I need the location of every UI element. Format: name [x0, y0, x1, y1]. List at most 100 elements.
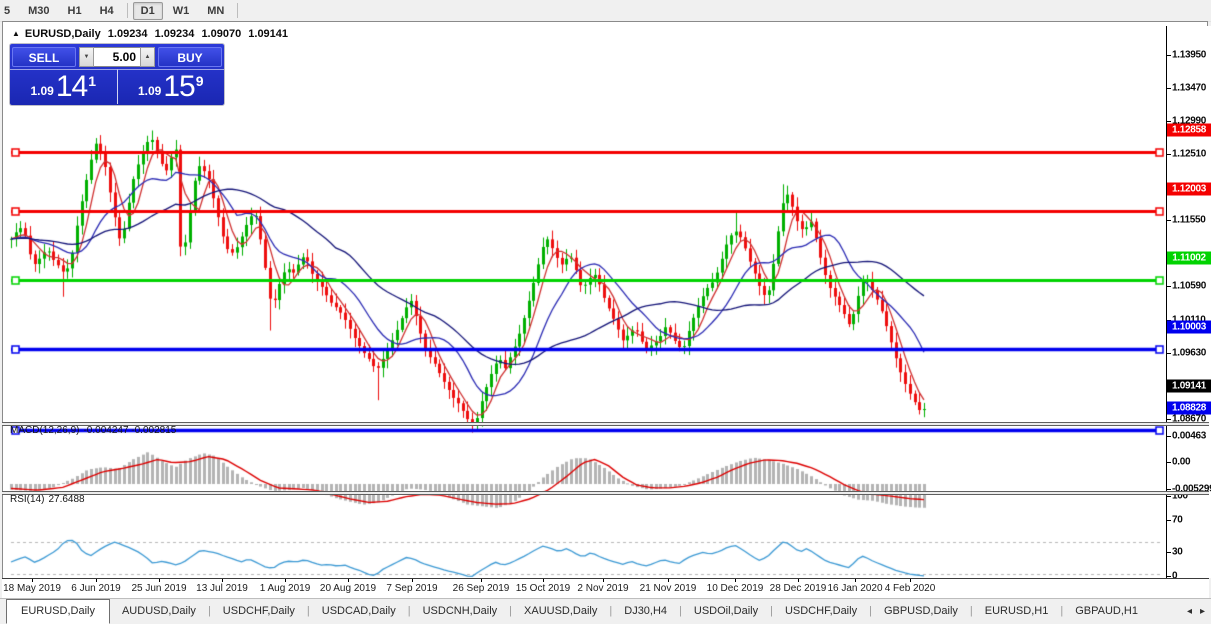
- timeframe-button-d1[interactable]: D1: [132, 1, 163, 20]
- axis-tick-mark: [1167, 154, 1171, 155]
- date-tick-mark: [735, 579, 736, 582]
- timeframe-button-w1[interactable]: W1: [165, 2, 198, 20]
- macd-name: MACD(12,26,9): [10, 425, 80, 436]
- date-tick-mark: [910, 579, 911, 582]
- ohlc-close: 1.09141: [248, 28, 289, 40]
- volume-decrease-icon[interactable]: ▼: [79, 47, 94, 67]
- chart-tab-dj30-h4[interactable]: DJ30,H4: [612, 602, 679, 620]
- price-axis-label: 0.00463: [1172, 430, 1207, 442]
- volume-input[interactable]: [94, 47, 140, 67]
- axis-tick-mark: [1167, 353, 1171, 354]
- date-tick-mark: [159, 579, 160, 582]
- date-axis-label: 1 Aug 2019: [259, 583, 311, 594]
- one-click-trading-panel: SELL ▼ ▲ BUY 1.09 14 1 1.09 15 9: [10, 44, 224, 105]
- tab-scroll-right-icon[interactable]: ▸: [1200, 606, 1205, 617]
- price-axis-label: 1.11550: [1172, 214, 1206, 226]
- date-axis-label: 10 Dec 2019: [706, 583, 764, 594]
- volume-increase-icon[interactable]: ▲: [140, 47, 155, 67]
- price-axis-label: 30: [1172, 546, 1183, 558]
- price-level-tag: 1.12858: [1167, 123, 1211, 137]
- toolbar-separator: [237, 3, 239, 18]
- date-tick-mark: [481, 579, 482, 582]
- price-level-tag: 1.10003: [1167, 320, 1211, 334]
- chart-tab-usdcnh-daily[interactable]: USDCNH,Daily: [411, 602, 510, 620]
- price-level-tag: 1.08828: [1167, 401, 1211, 415]
- chart-canvas[interactable]: [9, 48, 1168, 600]
- chart-tab-eurusd-daily[interactable]: EURUSD,Daily: [6, 598, 110, 624]
- price-level-tag: 1.09141: [1167, 379, 1211, 393]
- sell-price-pip: 1: [88, 73, 97, 89]
- tab-scroll-left-icon[interactable]: ◂: [1187, 606, 1192, 617]
- mt4-window: { "toolbar": { "timeframes": ["5", "M30"…: [0, 0, 1211, 624]
- chart-tab-gbpaud-h1[interactable]: GBPAUD,H1: [1063, 602, 1150, 620]
- timeframe-button-h4[interactable]: H4: [92, 2, 122, 20]
- ohlc-high: 1.09234: [154, 28, 195, 40]
- chart-symbol-label: EURUSD,Daily: [24, 28, 101, 40]
- chart-tab-usdchf-daily[interactable]: USDCHF,Daily: [211, 602, 307, 620]
- date-tick-mark: [603, 579, 604, 582]
- chart-tab-eurusd-h1[interactable]: EURUSD,H1: [973, 602, 1061, 620]
- date-axis-label: 13 Jul 2019: [196, 583, 248, 594]
- tab-scroll-arrows: ◂ ▸: [1187, 606, 1205, 617]
- sell-button[interactable]: SELL: [12, 47, 76, 67]
- date-axis-label: 7 Sep 2019: [386, 583, 438, 594]
- chart-tab-bar: EURUSD,Daily AUDUSD,Daily | USDCHF,Daily | US…: [0, 598, 1211, 624]
- date-axis[interactable]: 18 May 2019 6 Jun 2019 25 Jun 2019 13 Jul 2…: [2, 578, 1209, 599]
- price-level-tag: 1.11002: [1167, 251, 1211, 265]
- price-axis-label: 1.13470: [1172, 82, 1207, 94]
- chart-tab-gbpusd-daily[interactable]: GBPUSD,Daily: [872, 602, 970, 620]
- axis-tick-mark: [1167, 520, 1171, 521]
- collapse-panel-icon[interactable]: ▲: [12, 29, 20, 38]
- macd-values: -0.004247 -0.002815: [83, 425, 177, 436]
- buy-price-prefix: 1.09: [137, 84, 162, 98]
- date-tick-mark: [668, 579, 669, 582]
- buy-button[interactable]: BUY: [158, 47, 222, 67]
- date-axis-label: 20 Aug 2019: [319, 583, 377, 594]
- timeframe-toolbar: 5 M30 H1 H4 D1 W1 MN: [0, 0, 1211, 22]
- date-tick-mark: [96, 579, 97, 582]
- price-axis-label: 1.09630: [1172, 347, 1207, 359]
- buy-price-big: 15: [163, 70, 195, 103]
- toolbar-separator: [126, 3, 128, 18]
- axis-tick-mark: [1167, 552, 1171, 553]
- date-axis-label: 15 Oct 2019: [515, 583, 571, 594]
- rsi-name: RSI(14): [10, 494, 45, 505]
- date-tick-mark: [32, 579, 33, 582]
- chart-tab-usdcad-daily[interactable]: USDCAD,Daily: [310, 602, 408, 620]
- axis-tick-mark: [1167, 489, 1171, 490]
- chart-title: ▲ EURUSD,Daily 1.09234 1.09234 1.09070 1.…: [12, 28, 292, 40]
- date-axis-label: 18 May 2019: [3, 583, 61, 594]
- date-tick-mark: [543, 579, 544, 582]
- axis-tick-mark: [1167, 576, 1171, 577]
- price-level-tag: 1.12003: [1167, 182, 1211, 196]
- sell-price[interactable]: 1.09 14 1: [10, 69, 118, 104]
- macd-label: MACD(12,26,9) -0.004247 -0.002815: [10, 425, 180, 436]
- chart-tab-xauusd-daily[interactable]: XAUUSD,Daily: [512, 602, 609, 620]
- macd-pane-divider[interactable]: [2, 422, 1209, 426]
- price-axis-label: 0.00: [1172, 456, 1191, 468]
- axis-tick-mark: [1167, 419, 1171, 420]
- chart-tab-audusd-daily[interactable]: AUDUSD,Daily: [110, 602, 208, 620]
- date-axis-label: 2 Nov 2019: [577, 583, 629, 594]
- price-axis[interactable]: 1.13950 1.13470 1.12990 1.12510 1.11550 1.105…: [1166, 26, 1211, 582]
- chart-tab-usdoil-daily[interactable]: USDOil,Daily: [682, 602, 770, 620]
- date-axis-label: 26 Sep 2019: [452, 583, 510, 594]
- rsi-pane-divider[interactable]: [2, 491, 1209, 495]
- price-axis-label: 1.10590: [1172, 280, 1207, 292]
- axis-tick-mark: [1167, 286, 1171, 287]
- axis-tick-mark: [1167, 436, 1171, 437]
- rsi-label: RSI(14) 27.6488: [10, 494, 89, 505]
- buy-price[interactable]: 1.09 15 9: [117, 69, 224, 104]
- date-tick-mark: [285, 579, 286, 582]
- timeframe-button-m30[interactable]: M30: [20, 2, 57, 20]
- volume-spinner: ▼ ▲: [79, 47, 155, 67]
- price-axis-label: 1.13950: [1172, 49, 1207, 61]
- timeframe-button-5[interactable]: 5: [0, 2, 18, 20]
- timeframe-button-h1[interactable]: H1: [60, 2, 90, 20]
- axis-tick-mark: [1167, 220, 1171, 221]
- timeframe-button-mn[interactable]: MN: [199, 2, 232, 20]
- date-tick-mark: [348, 579, 349, 582]
- buy-price-pip: 9: [195, 73, 204, 89]
- chart-tab-usdchf-daily[interactable]: USDCHF,Daily: [773, 602, 869, 620]
- chart-window: [2, 21, 1208, 600]
